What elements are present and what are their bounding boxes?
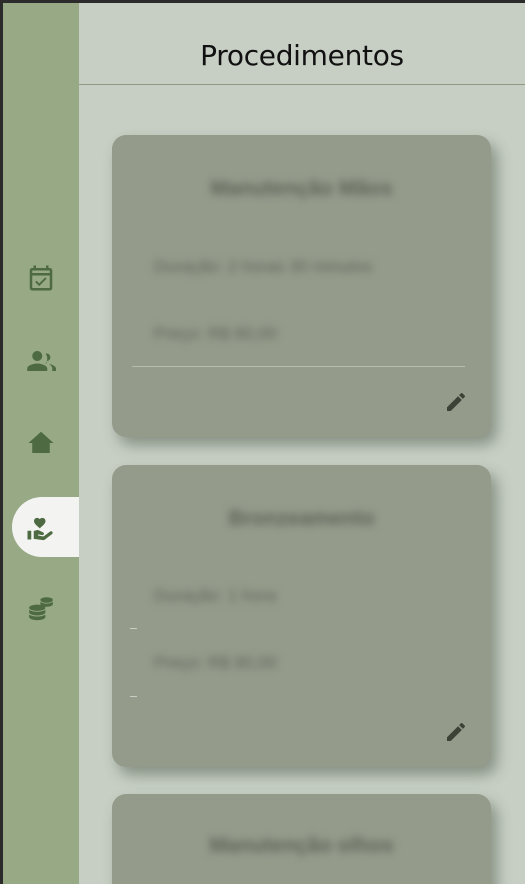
nav-item-finance[interactable] — [3, 579, 79, 639]
card-divider — [132, 366, 465, 367]
pencil-icon — [447, 722, 466, 741]
nav-item-home[interactable] — [3, 413, 79, 473]
card-tick — [130, 628, 137, 629]
calendar-check-icon — [29, 265, 53, 291]
app-frame: Procedimentos Manutenção Mãos Duração: 2… — [3, 3, 525, 884]
procedure-card[interactable]: Bronzeamento Duração: 1 hora Preço: R$ 9… — [112, 465, 491, 767]
nav-item-procedures[interactable] — [12, 497, 79, 557]
hand-heart-icon — [27, 517, 53, 541]
page-title: Procedimentos — [200, 39, 404, 72]
procedure-card[interactable]: Manutenção Mãos Duração: 2 horas 30 minu… — [112, 135, 491, 437]
card-duration: Duração: 1 hora — [154, 586, 276, 605]
edit-button[interactable] — [443, 719, 469, 745]
card-duration: Duração: 2 horas 30 minutos — [154, 257, 373, 276]
coins-icon — [29, 597, 53, 621]
pencil-icon — [447, 392, 466, 411]
nav-item-clients[interactable] — [3, 331, 79, 391]
card-price: Preço: R$ 80,00 — [154, 324, 277, 343]
card-price: Preço: R$ 90,00 — [154, 653, 277, 672]
procedure-card[interactable]: Manutenção olhos — [112, 794, 491, 884]
sidebar — [3, 3, 79, 884]
card-title: Manutenção olhos — [209, 834, 394, 857]
home-icon — [28, 431, 54, 453]
page-header: Procedimentos — [79, 3, 525, 85]
card-tick — [130, 696, 137, 697]
edit-button[interactable] — [443, 389, 469, 415]
card-title: Manutenção Mãos — [210, 177, 393, 200]
nav-item-agenda[interactable] — [3, 248, 79, 308]
card-title: Bronzeamento — [228, 507, 375, 530]
users-icon — [27, 351, 56, 371]
